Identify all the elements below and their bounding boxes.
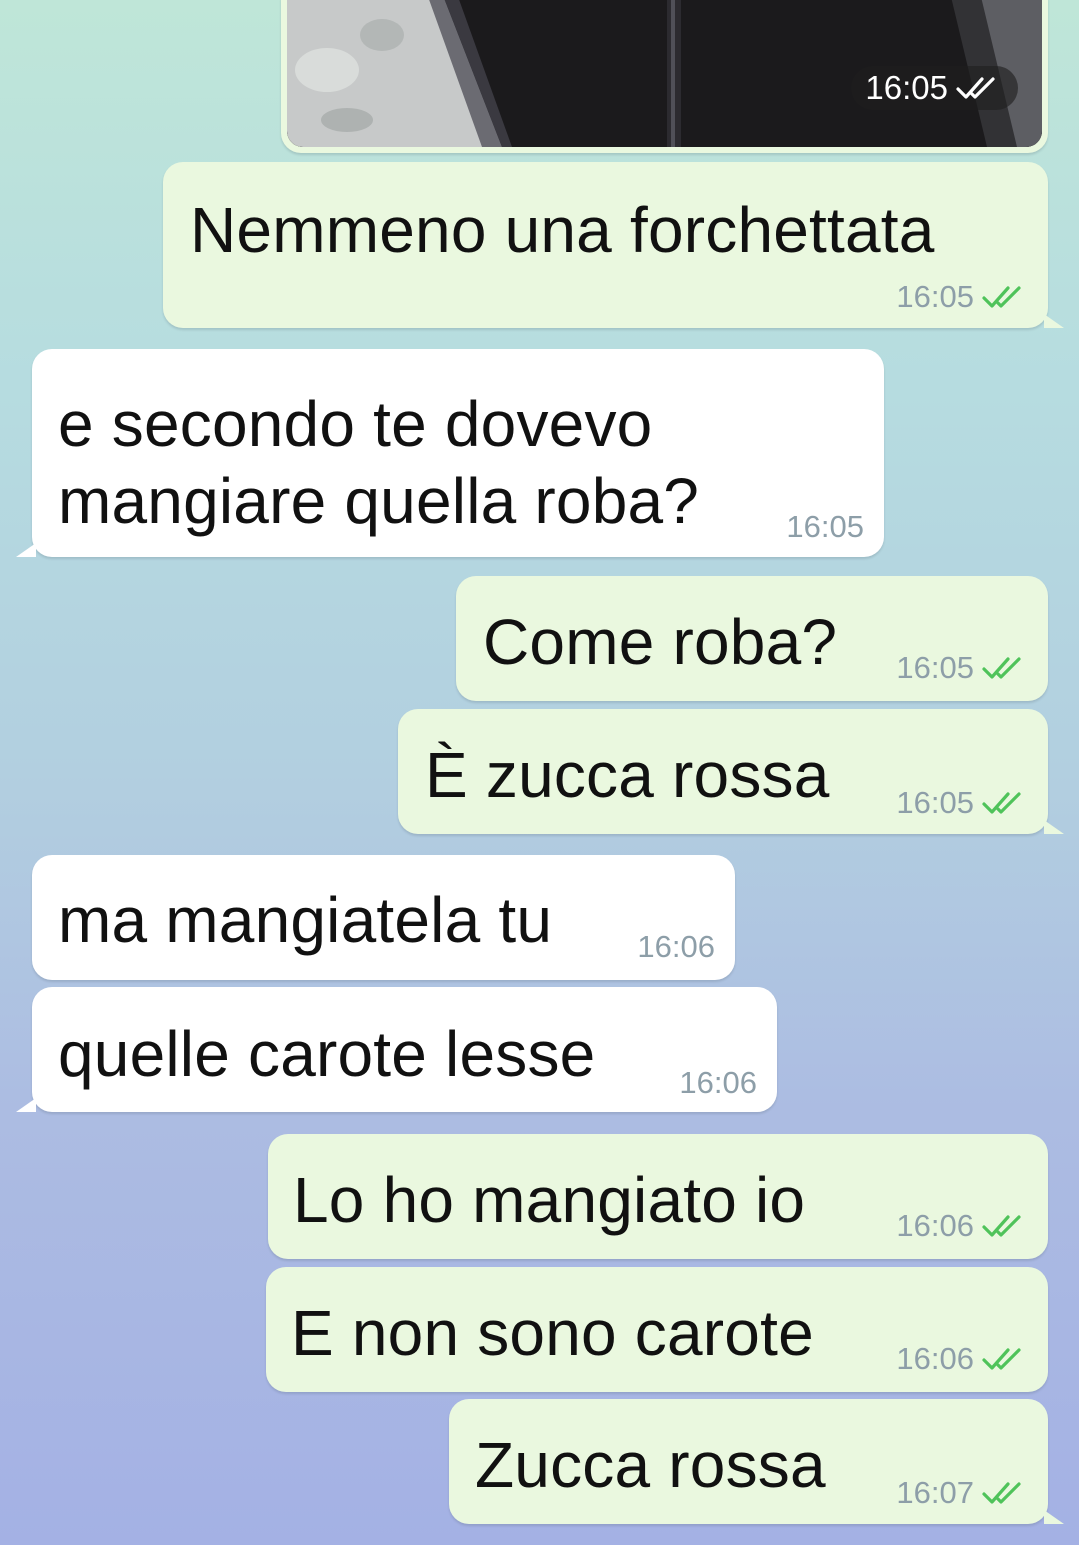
incoming-message[interactable]: ma mangiatela tu 16:06	[32, 855, 735, 980]
outgoing-message[interactable]: È zucca rossa 16:05	[398, 709, 1064, 834]
message-timestamp: 16:06	[896, 1341, 974, 1376]
incoming-message[interactable]: e secondo te dovevo mangiare quella roba…	[16, 349, 884, 557]
outgoing-message[interactable]: Lo ho mangiato io 16:06	[268, 1134, 1048, 1259]
message-meta: 16:06	[896, 1208, 1028, 1244]
photo-timestamp: 16:05	[865, 69, 948, 106]
message-meta: 16:05	[896, 650, 1028, 686]
photo-meta: 16:05	[851, 66, 1018, 110]
double-check-icon	[982, 285, 1028, 309]
message-timestamp: 16:05	[896, 785, 974, 820]
bubble-tail	[16, 543, 36, 557]
message-text-line-1: e secondo te dovevo	[58, 388, 653, 460]
double-check-icon	[982, 1214, 1028, 1238]
message-text: Come roba?	[483, 606, 838, 678]
bubble-tail	[1044, 820, 1064, 834]
message-meta: 16:06	[679, 1065, 757, 1101]
message-meta: 16:05	[896, 785, 1028, 821]
outgoing-message[interactable]: Nemmeno una forchettata 16:05	[163, 162, 1064, 328]
message-text: Lo ho mangiato io	[293, 1164, 806, 1236]
message-timestamp: 16:07	[896, 1475, 974, 1510]
photo-message[interactable]: 16:05	[281, 0, 1048, 153]
message-meta: 16:05	[896, 279, 1028, 315]
double-check-icon	[982, 1481, 1028, 1505]
double-check-icon	[982, 791, 1028, 815]
message-meta: 16:06	[637, 929, 715, 965]
message-meta: 16:05	[786, 509, 864, 545]
message-text: quelle carote lesse	[58, 1018, 596, 1090]
message-text: E non sono carote	[291, 1297, 814, 1369]
message-timestamp: 16:06	[679, 1065, 757, 1100]
message-timestamp: 16:05	[896, 650, 974, 685]
double-check-icon	[956, 76, 1002, 100]
double-check-icon	[982, 656, 1028, 680]
incoming-message[interactable]: quelle carote lesse 16:06	[16, 987, 777, 1112]
outgoing-message[interactable]: Zucca rossa 16:07	[449, 1399, 1064, 1524]
bubble-tail	[1044, 314, 1064, 328]
outgoing-message[interactable]: Come roba? 16:05	[456, 576, 1048, 701]
message-text: ma mangiatela tu	[58, 884, 553, 956]
message-timestamp: 16:05	[896, 279, 974, 314]
message-text-line-2: mangiare quella roba?	[58, 465, 700, 537]
message-meta: 16:07	[896, 1475, 1028, 1511]
bubble-tail	[1044, 1510, 1064, 1524]
message-text: Nemmeno una forchettata	[190, 194, 935, 266]
bubble-tail	[16, 1098, 36, 1112]
photo-image[interactable]: 16:05	[287, 0, 1042, 147]
message-timestamp: 16:05	[786, 509, 864, 544]
message-text: È zucca rossa	[425, 739, 830, 811]
message-timestamp: 16:06	[896, 1208, 974, 1243]
double-check-icon	[982, 1347, 1028, 1371]
message-meta: 16:06	[896, 1341, 1028, 1377]
outgoing-message[interactable]: E non sono carote 16:06	[266, 1267, 1048, 1392]
message-timestamp: 16:06	[637, 929, 715, 964]
message-text: Zucca rossa	[475, 1429, 826, 1501]
